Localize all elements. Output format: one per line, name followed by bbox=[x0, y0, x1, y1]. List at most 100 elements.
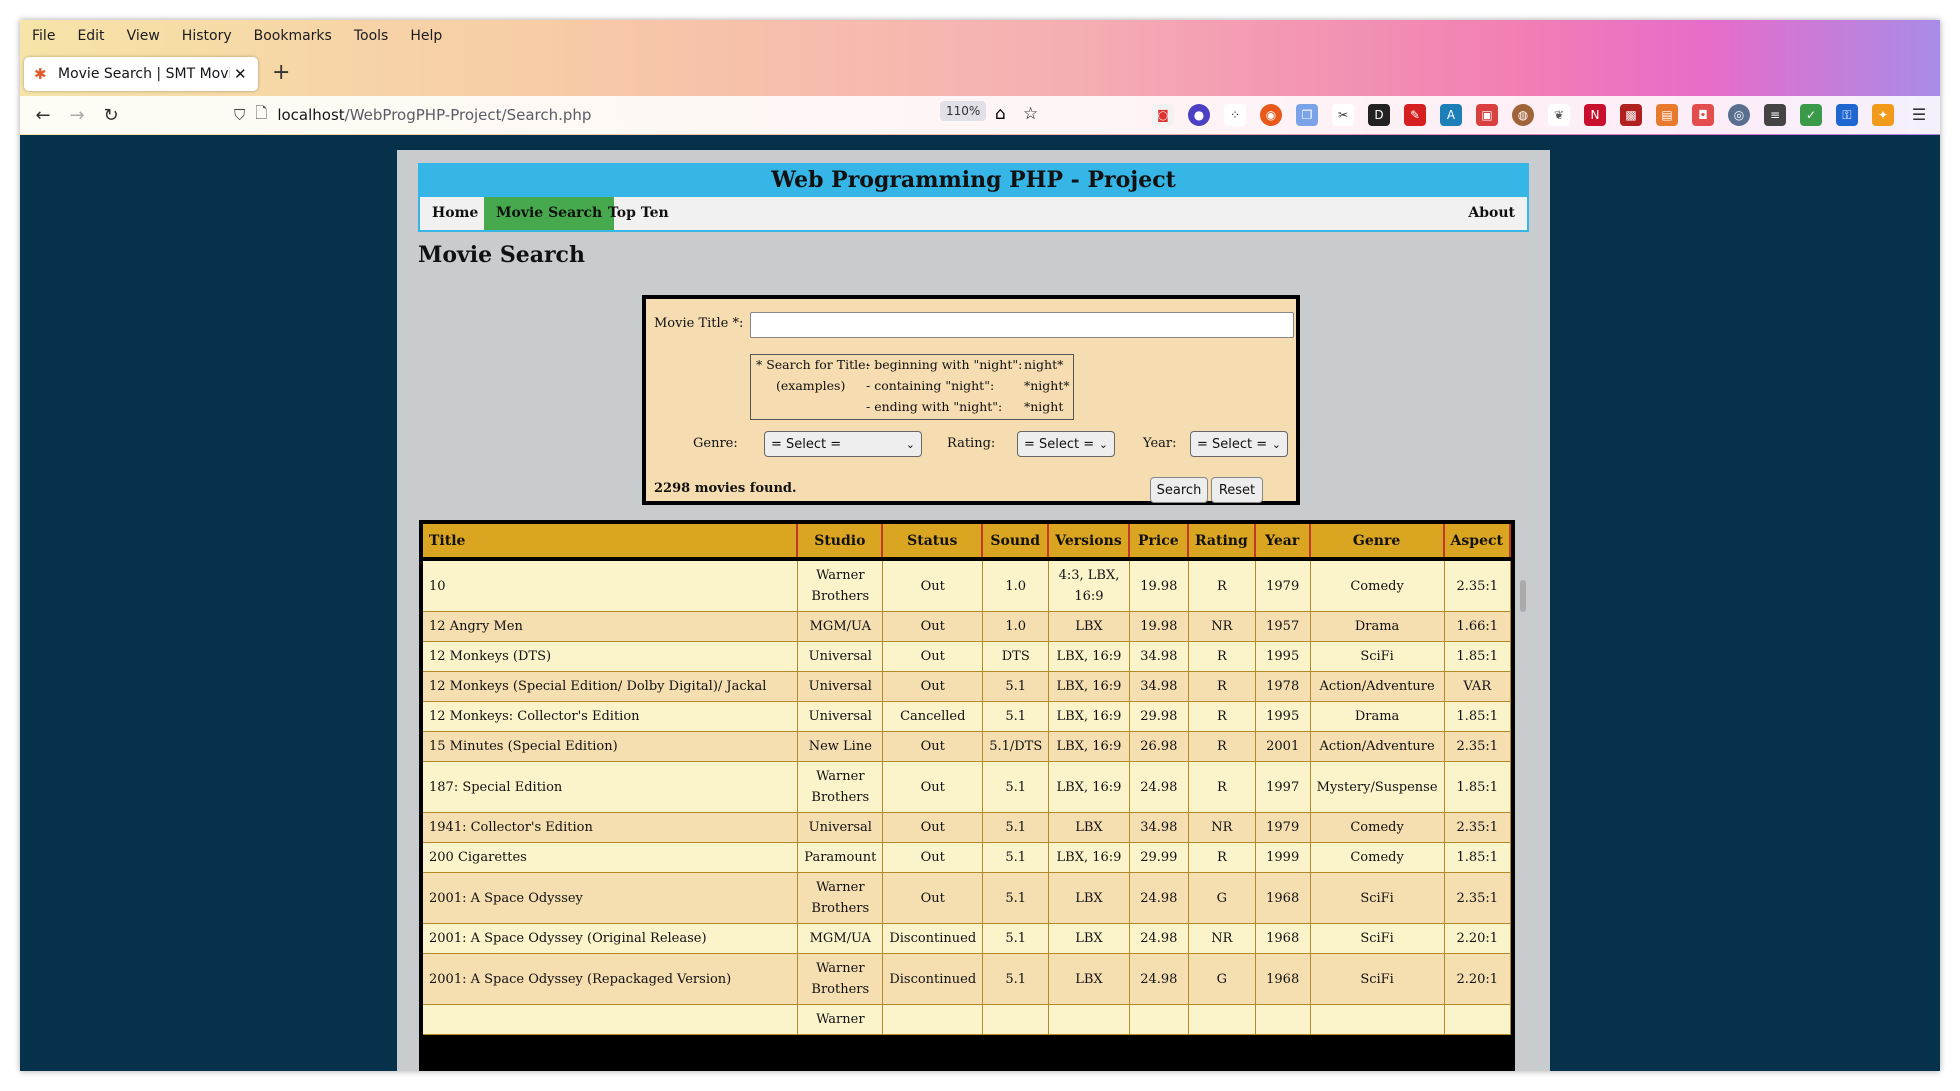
table-cell: 2.35:1 bbox=[1444, 873, 1511, 924]
extension-orange-icon[interactable]: ◉ bbox=[1260, 104, 1282, 126]
table-cell: 5.1 bbox=[983, 924, 1050, 954]
rating-select[interactable]: = Select = ⌄ bbox=[1017, 431, 1115, 457]
extension-block-icon[interactable]: ▩ bbox=[1620, 104, 1642, 126]
menu-view[interactable]: View bbox=[127, 28, 160, 44]
table-cell: 1.85:1 bbox=[1444, 642, 1511, 672]
table-cell: 4:3, LBX, 16:9 bbox=[1049, 561, 1130, 612]
header-price[interactable]: Price bbox=[1129, 524, 1189, 557]
extension-d-icon[interactable]: D bbox=[1368, 104, 1390, 126]
year-select[interactable]: = Select = ⌄ bbox=[1190, 431, 1288, 457]
extension-copy-icon[interactable]: ❐ bbox=[1296, 104, 1318, 126]
table-cell: VAR bbox=[1444, 672, 1511, 702]
table-cell: 187: Special Edition bbox=[423, 762, 799, 813]
header-sound[interactable]: Sound bbox=[983, 524, 1050, 557]
extension-tool-icon[interactable]: ✂ bbox=[1332, 104, 1354, 126]
extension-lock-icon[interactable]: ⚿ bbox=[1836, 104, 1858, 126]
table-cell: 1999 bbox=[1255, 843, 1311, 873]
table-cell: R bbox=[1188, 762, 1256, 813]
home-icon[interactable]: ⌂ bbox=[995, 104, 1006, 124]
nav-top-ten[interactable]: Top Ten bbox=[596, 197, 681, 230]
reset-button[interactable]: Reset bbox=[1211, 477, 1263, 503]
nav-movie-search[interactable]: Movie Search bbox=[484, 197, 615, 230]
rating-label: Rating: bbox=[947, 436, 996, 451]
menu-hamburger-icon[interactable]: ☰ bbox=[1908, 104, 1930, 126]
table-cell: 1.66:1 bbox=[1444, 612, 1511, 642]
header-versions[interactable]: Versions bbox=[1049, 524, 1130, 557]
header-year[interactable]: Year bbox=[1255, 524, 1311, 557]
table-row: 2001: A Space Odyssey (Repackaged Versio… bbox=[423, 954, 1511, 1005]
forward-icon[interactable]: → bbox=[60, 105, 94, 126]
search-button[interactable]: Search bbox=[1150, 477, 1208, 503]
extension-cookie-icon[interactable]: ◍ bbox=[1512, 104, 1534, 126]
genre-label: Genre: bbox=[693, 436, 738, 451]
table-cell: 1978 bbox=[1255, 672, 1311, 702]
nav-home[interactable]: Home bbox=[420, 197, 490, 230]
header-title[interactable]: Title bbox=[423, 524, 799, 557]
extension-list-icon[interactable]: ≡ bbox=[1764, 104, 1786, 126]
tab-movie-search[interactable]: ✱ Movie Search | SMT Movie ✕ bbox=[24, 57, 258, 91]
table-cell: Out bbox=[883, 642, 984, 672]
table-cell bbox=[1129, 1005, 1189, 1035]
scrollbar-thumb[interactable] bbox=[1520, 580, 1526, 612]
table-cell: 1.0 bbox=[983, 612, 1050, 642]
table-cell: 24.98 bbox=[1129, 924, 1189, 954]
chevron-down-icon: ⌄ bbox=[1098, 438, 1108, 451]
table-cell: 5.1 bbox=[983, 702, 1050, 732]
table-row: 1941: Collector's Edition Universal Out 5.1… bbox=[423, 813, 1511, 843]
table-cell: Discontinued bbox=[883, 924, 984, 954]
table-row: 12 Monkeys: Collector's Edition Universal… bbox=[423, 702, 1511, 732]
table-cell: 1968 bbox=[1255, 873, 1311, 924]
extension-globe-icon[interactable]: ◎ bbox=[1728, 104, 1750, 126]
title-input[interactable] bbox=[750, 312, 1294, 338]
header-aspect[interactable]: Aspect bbox=[1444, 524, 1511, 557]
nav-about[interactable]: About bbox=[1456, 197, 1527, 230]
extension-n-icon[interactable]: N bbox=[1584, 104, 1606, 126]
genre-select[interactable]: = Select = ⌄ bbox=[764, 431, 922, 457]
pocket-icon[interactable]: ◙ bbox=[1152, 104, 1174, 126]
extension-feather-icon[interactable]: ❦ bbox=[1548, 104, 1570, 126]
table-cell: Comedy bbox=[1310, 843, 1445, 873]
table-cell: 12 Angry Men bbox=[423, 612, 799, 642]
close-tab-icon[interactable]: ✕ bbox=[234, 65, 247, 83]
extension-camera-icon[interactable]: ◘ bbox=[1692, 104, 1714, 126]
extension-trash-icon[interactable]: ▤ bbox=[1656, 104, 1678, 126]
header-status[interactable]: Status bbox=[883, 524, 984, 557]
header-genre[interactable]: Genre bbox=[1310, 524, 1445, 557]
reload-icon[interactable]: ↻ bbox=[94, 105, 128, 126]
results-table-frame: Title Studio Status Sound Versions Price… bbox=[419, 520, 1515, 1071]
extension-dots-icon[interactable]: ⁘ bbox=[1224, 104, 1246, 126]
table-cell: Out bbox=[883, 561, 984, 612]
table-header-row: Title Studio Status Sound Versions Price… bbox=[423, 524, 1511, 557]
header-rating[interactable]: Rating bbox=[1188, 524, 1256, 557]
menu-bookmarks[interactable]: Bookmarks bbox=[254, 28, 332, 44]
bookmark-star-icon[interactable]: ☆ bbox=[1023, 104, 1038, 124]
genre-select-value: = Select = bbox=[771, 437, 842, 452]
table-cell: 1.85:1 bbox=[1444, 843, 1511, 873]
table-cell: 19.98 bbox=[1129, 612, 1189, 642]
table-cell: 34.98 bbox=[1129, 813, 1189, 843]
extension-fox-icon[interactable]: ✦ bbox=[1872, 104, 1894, 126]
extension-green-icon[interactable]: ✓ bbox=[1800, 104, 1822, 126]
menu-help[interactable]: Help bbox=[410, 28, 442, 44]
menu-file[interactable]: File bbox=[32, 28, 55, 44]
table-cell: 34.98 bbox=[1129, 642, 1189, 672]
table-cell: Out bbox=[883, 813, 984, 843]
table-cell: SciFi bbox=[1310, 642, 1445, 672]
table-cell: 1.0 bbox=[983, 561, 1050, 612]
table-cell: R bbox=[1188, 642, 1256, 672]
new-tab-icon[interactable]: + bbox=[272, 60, 290, 85]
shield-icon[interactable]: ⛉ bbox=[234, 106, 245, 124]
menu-edit[interactable]: Edit bbox=[77, 28, 104, 44]
table-cell: Comedy bbox=[1310, 561, 1445, 612]
extension-circle-icon[interactable]: ● bbox=[1188, 104, 1210, 126]
header-studio[interactable]: Studio bbox=[798, 524, 884, 557]
extension-a-icon[interactable]: A bbox=[1440, 104, 1462, 126]
menu-history[interactable]: History bbox=[182, 28, 232, 44]
zoom-level[interactable]: 110% bbox=[940, 101, 987, 121]
table-cell: Warner Brothers bbox=[798, 762, 884, 813]
extension-red-icon[interactable]: ▣ bbox=[1476, 104, 1498, 126]
extension-pen-icon[interactable]: ✎ bbox=[1404, 104, 1426, 126]
menu-tools[interactable]: Tools bbox=[354, 28, 389, 44]
back-icon[interactable]: ← bbox=[26, 105, 60, 126]
address-bar[interactable]: ⛉ 🗋 localhost/WebProgPHP-Project/Search.… bbox=[234, 100, 1014, 130]
